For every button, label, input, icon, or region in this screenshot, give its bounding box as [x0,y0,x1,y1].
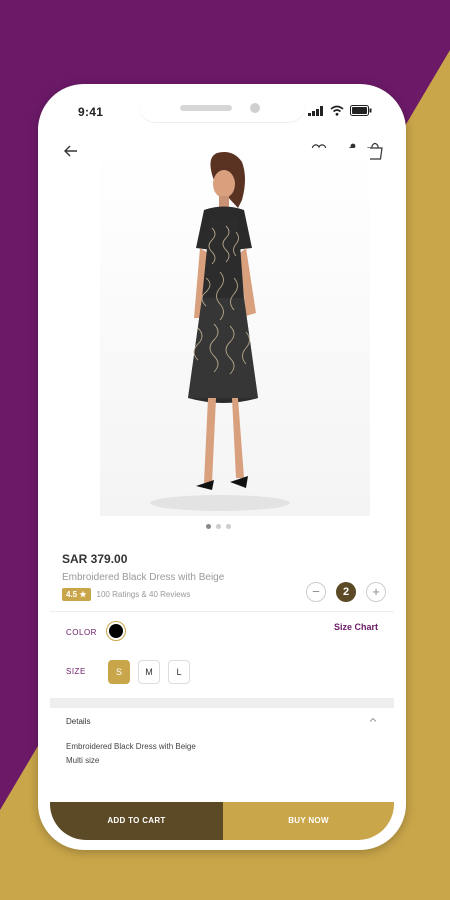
gallery-dot-active[interactable] [206,524,211,529]
chevron-up-icon[interactable] [368,715,378,725]
size-chart-link[interactable]: Size Chart [334,622,378,632]
gallery-dot[interactable] [216,524,221,529]
size-options: S M L [108,660,190,684]
size-option-l[interactable]: L [168,660,190,684]
phone-frame: 9:41 SAR 379.00 Embroidered Black Dress … [38,84,406,850]
details-body: Embroidered Black Dress with Beige Multi… [66,740,196,768]
size-option-m[interactable]: M [138,660,160,684]
phone-notch [138,96,306,122]
color-swatch-selected[interactable] [106,621,126,641]
arrow-left-icon[interactable] [60,140,82,162]
buy-now-button[interactable]: BUY NOW [223,802,394,840]
gallery-dot[interactable] [226,524,231,529]
add-to-cart-button[interactable]: ADD TO CART [50,802,223,840]
signal-icon [308,105,323,116]
details-title[interactable]: Details [66,717,90,726]
bottom-action-bar: ADD TO CART BUY NOW [50,802,394,840]
app-screen: 9:41 SAR 379.00 Embroidered Black Dress … [50,96,394,840]
status-time: 9:41 [78,105,104,119]
rating-row: 4.5 ★ 100 Ratings & 40 Reviews [62,588,190,601]
size-option-s[interactable]: S [108,660,130,684]
details-line: Embroidered Black Dress with Beige [66,742,196,751]
quantity-minus-button[interactable]: − [306,582,326,602]
status-icons [308,105,372,116]
quantity-stepper: − 2 + [306,582,386,602]
rating-badge: 4.5 ★ [62,588,91,601]
product-image[interactable] [100,148,370,516]
details-line: Multi size [66,756,100,765]
section-separator [50,698,394,708]
speaker [180,105,232,111]
product-name: Embroidered Black Dress with Beige [62,572,225,583]
reviews-count[interactable]: 100 Ratings & 40 Reviews [97,590,191,599]
gallery-dots [206,524,231,529]
front-camera [250,103,260,113]
quantity-value: 2 [336,582,356,602]
color-label: COLOR [66,628,97,637]
divider [50,611,394,612]
battery-icon [350,105,372,116]
product-price: SAR 379.00 [62,552,128,566]
color-swatch-black[interactable] [109,624,123,638]
wifi-icon [330,105,344,116]
quantity-plus-button[interactable]: + [366,582,386,602]
size-label: SIZE [66,667,86,676]
